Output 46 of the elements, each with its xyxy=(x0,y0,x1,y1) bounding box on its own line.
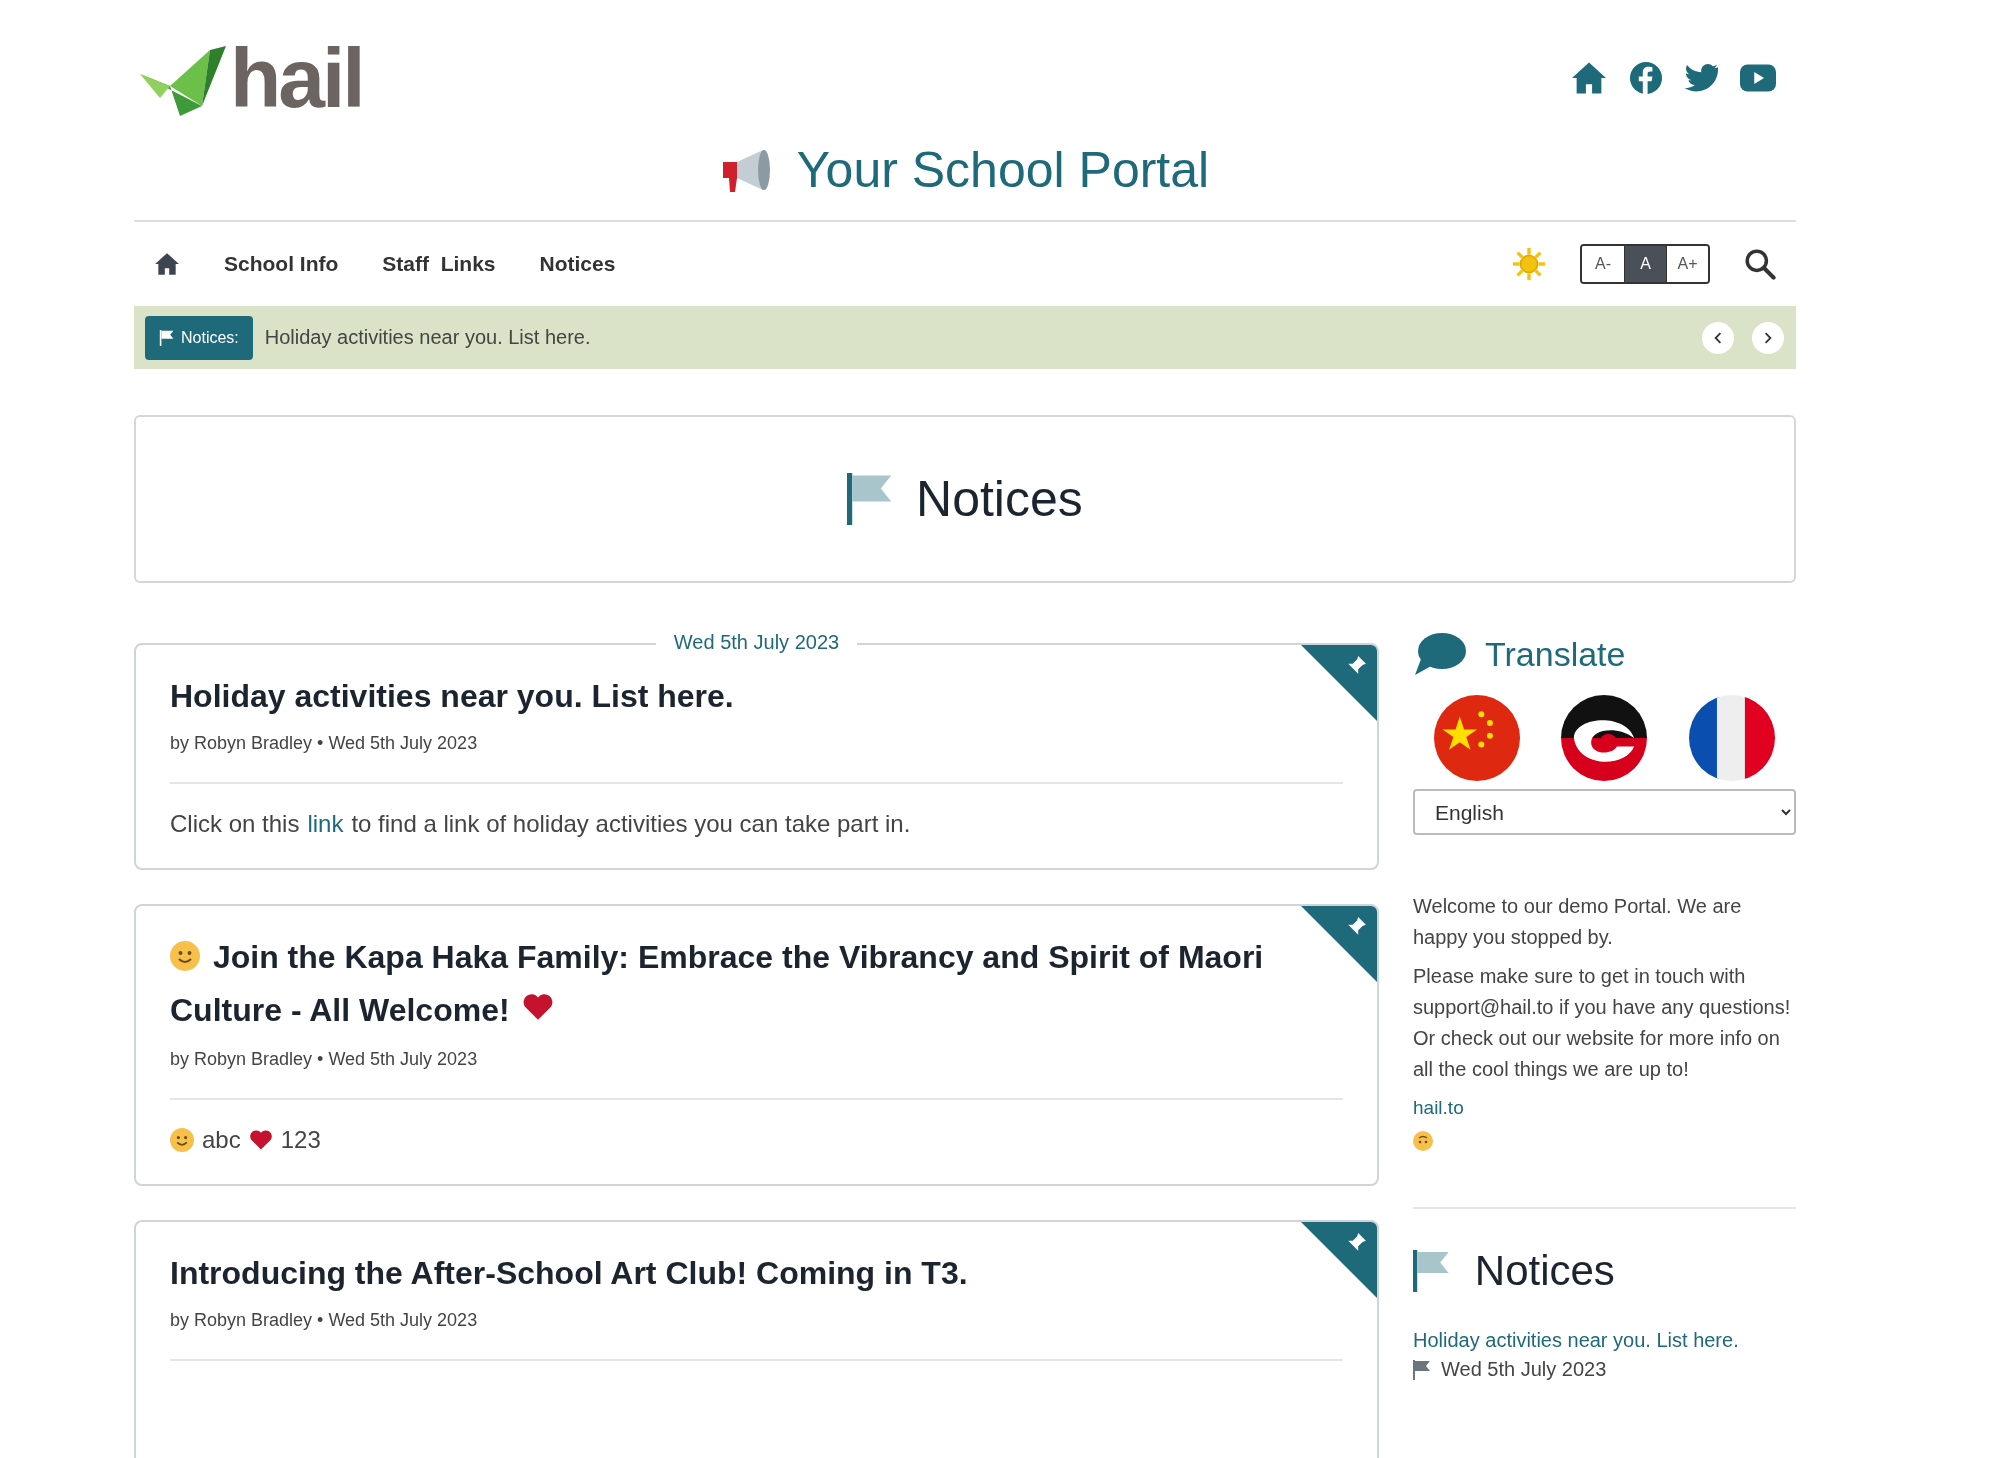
bird-logo-icon xyxy=(140,46,226,118)
flag-icon xyxy=(159,329,175,346)
notice-body: Click on this link to find a link of holiday activities you can take part in. xyxy=(170,810,912,838)
video-play-icon[interactable] xyxy=(1740,64,1776,92)
search-icon[interactable] xyxy=(1744,248,1776,280)
notice-body: abc 123 xyxy=(170,1126,1343,1155)
nav-link[interactable]: Notices xyxy=(539,252,616,276)
nav-link[interactable]: Staff Links xyxy=(382,252,496,276)
chevron-left-icon xyxy=(1712,331,1724,344)
koru-flag-icon[interactable] xyxy=(1561,695,1648,781)
notice-date: Wed 5th July 2023 xyxy=(1441,1358,1607,1381)
welcome-text: Welcome to our demo Portal. We are happy you stopped by. xyxy=(1413,894,1743,950)
link[interactable]: link xyxy=(307,810,344,838)
nav-link[interactable]: School Info xyxy=(224,252,339,276)
language-select[interactable]: English xyxy=(1413,789,1796,835)
bird-icon[interactable] xyxy=(1684,63,1718,93)
translate-heading: Translate xyxy=(1485,634,1626,674)
chevron-right-icon xyxy=(1762,331,1774,344)
ticker-text[interactable]: Holiday activities near you. List here. xyxy=(264,326,1684,349)
speech-bubble-icon xyxy=(1413,631,1467,677)
flag-icon xyxy=(1413,1250,1451,1292)
page-heading: Notices xyxy=(916,470,1083,528)
notice-title[interactable]: Introducing the After-School Art Club! Coming in T3. xyxy=(170,1248,1343,1299)
smiley-icon xyxy=(1413,1131,1433,1151)
website-link[interactable]: hail.to xyxy=(1413,1097,1464,1119)
logo-text: hail xyxy=(230,38,363,118)
facebook-icon[interactable] xyxy=(1630,62,1662,94)
home-icon[interactable] xyxy=(1570,61,1608,95)
badge-label: Notices: xyxy=(181,328,239,347)
notices-heading: Notices xyxy=(1474,1247,1615,1295)
font-size-button[interactable]: A+ xyxy=(1666,246,1708,282)
notice-meta: by Robyn Bradley • Wed 5th July 2023 xyxy=(170,733,1343,784)
notice-meta: by Robyn Bradley • Wed 5th July 2023 xyxy=(170,1310,1343,1362)
flag-icon xyxy=(1413,1359,1431,1380)
font-size-button[interactable]: A xyxy=(1624,246,1666,282)
welcome-text: Please make sure to get in touch with support@hail.to if you have any questions! Or check out our website for more info on all the cool things we are up to! xyxy=(1413,964,1792,1082)
france-flag-icon[interactable] xyxy=(1689,695,1776,781)
china-flag-icon[interactable] xyxy=(1433,695,1520,781)
notice-meta: by Robyn Bradley • Wed 5th July 2023 xyxy=(170,1049,1343,1101)
notice-title[interactable]: Join the Kapa Haka Family: Embrace the Vibrancy and Spirit of Maori Culture - All Welcome! xyxy=(170,932,1343,1038)
notice-link[interactable]: Holiday activities near you. List here. xyxy=(1413,1329,1796,1352)
notice-title[interactable]: Holiday activities near you. List here. xyxy=(170,671,1343,721)
smiley-icon xyxy=(170,1128,194,1153)
home-icon[interactable] xyxy=(154,252,180,276)
smiley-icon xyxy=(170,940,200,971)
portal-title: Your School Portal xyxy=(796,141,1210,199)
